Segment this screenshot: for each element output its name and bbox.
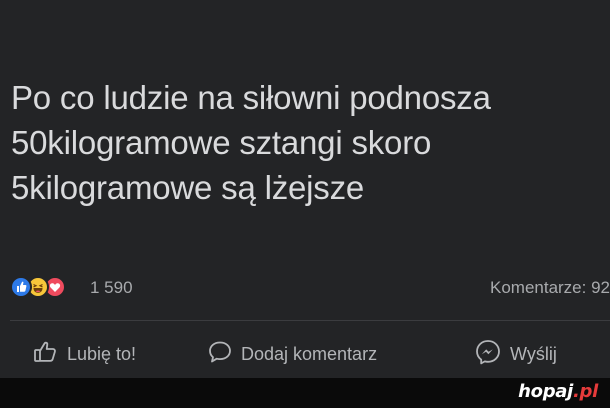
post-card: Po co ludzie na siłowni podnosza 50kilog… xyxy=(0,0,610,378)
comment-bubble-icon xyxy=(207,339,233,370)
like-button[interactable]: Lubię to! xyxy=(33,336,136,372)
add-comment-label: Dodaj komentarz xyxy=(241,343,378,364)
thumbs-up-icon xyxy=(33,339,59,370)
comment-count[interactable]: Komentarze: 92 xyxy=(490,278,610,298)
watermark-tld: .pl xyxy=(573,381,598,402)
actions-divider xyxy=(10,320,610,321)
reaction-count[interactable]: 1 590 xyxy=(90,278,133,298)
post-text: Po co ludzie na siłowni podnosza 50kilog… xyxy=(11,75,610,210)
messenger-icon xyxy=(474,338,502,371)
post-actions-bar: Lubię to! Dodaj komentarz Wyślij xyxy=(0,336,610,372)
watermark-name: hopaj xyxy=(518,381,573,402)
watermark-bar: hopaj.pl xyxy=(0,378,610,408)
post-text-line-3: 5kilogramowe są lżejsze xyxy=(11,169,365,206)
add-comment-button[interactable]: Dodaj komentarz xyxy=(207,336,377,372)
send-button-label: Wyślij xyxy=(510,343,557,364)
send-button[interactable]: Wyślij xyxy=(474,336,557,372)
post-text-line-1: Po co ludzie na siłowni podnosza xyxy=(11,79,491,116)
site-watermark: hopaj.pl xyxy=(518,381,598,402)
post-text-line-2: 50kilogramowe sztangi skoro xyxy=(11,124,432,161)
like-reaction-icon xyxy=(10,276,32,298)
post-stats: 1 590 Komentarze: 92 xyxy=(10,276,610,300)
like-button-label: Lubię to! xyxy=(67,343,137,364)
